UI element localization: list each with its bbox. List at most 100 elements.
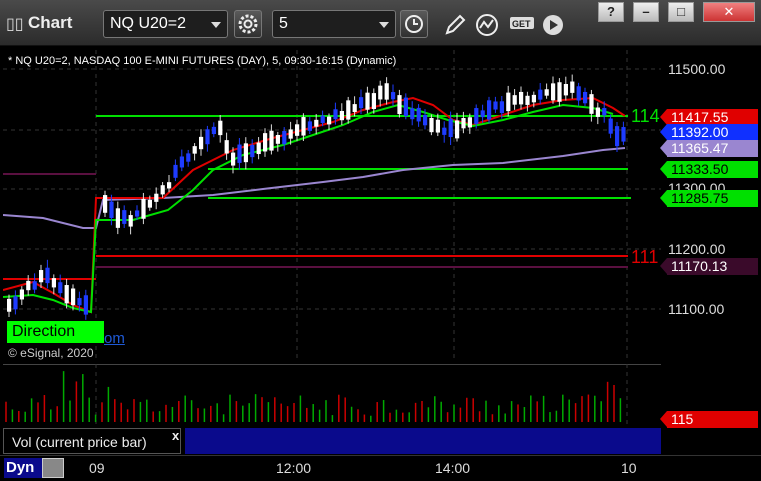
candle-body [269,130,274,151]
candle-body [263,133,268,152]
candle-body [423,114,428,126]
candle-body [314,119,319,127]
studies-icon[interactable] [474,12,500,38]
candle-body [103,195,108,213]
candle-body [499,101,504,114]
candle-body [512,95,517,105]
candle-body [576,86,581,101]
candle-body [602,108,607,116]
price-tag-resistance-mid: 11333.50 [660,161,758,178]
candle-body [365,92,370,110]
candle-body [320,115,325,124]
candle-body [13,296,18,310]
candle-body [346,100,351,120]
candle-body [448,118,453,138]
candle-body [563,84,568,96]
price-tag-slow-ma: 11365.47 [660,140,758,157]
candle-body [608,118,613,134]
candle-body [32,281,37,290]
volume-close-button[interactable]: x [172,428,179,443]
get-icon[interactable]: GET [508,12,538,38]
candle-body [199,136,204,150]
candle-body [301,117,306,136]
candle-body [538,89,543,100]
time-button[interactable] [400,10,428,38]
minimize-button[interactable]: – [633,2,659,22]
y-tick-11100: 11100.00 [668,301,725,317]
candle-body [282,131,287,145]
candle-body [493,101,498,110]
candle-body [256,142,261,155]
candle-body [480,110,485,118]
window-title: Chart [28,13,73,32]
candle-body [45,267,50,284]
candle-body [403,97,408,117]
drag-handle-icon[interactable]: ▯▯ [6,14,24,34]
candle-body [551,83,556,101]
candle-body [167,182,172,189]
y-tick-11500: 11500.00 [668,61,726,77]
candle-body [467,117,472,128]
candle-body [371,93,376,110]
clock-icon [405,15,423,33]
candle-body [416,107,421,122]
chevron-down-icon [379,22,389,28]
volume-tag: 115 [660,411,758,428]
candle-body [474,108,479,124]
candle-body [307,121,312,131]
candle-body [211,126,216,135]
maximize-button[interactable]: □ [668,2,694,22]
dynamic-button[interactable]: Dyn [4,458,42,478]
price-chart[interactable]: 114 111 [3,50,661,359]
candle-body [39,270,44,283]
line-label-lower: 111 [631,247,658,267]
interval-selector[interactable]: 5 [272,10,396,38]
candle-body [64,285,69,304]
direction-link-tail[interactable]: om [104,330,125,347]
candle-body [58,282,63,294]
candle-body [455,120,460,139]
settings-button[interactable] [234,10,262,38]
candle-body [333,109,338,120]
help-button[interactable]: ? [598,2,624,22]
candle-body [71,288,76,306]
candle-body [19,289,24,300]
candle-body [589,94,594,114]
price-tag-prior-level: 11170.13 [660,258,758,275]
candle-body [557,82,562,102]
pencil-icon[interactable] [442,12,468,38]
candle-body [173,164,178,178]
candle-body [109,201,114,218]
candle-body [397,95,402,115]
candle-body [186,153,191,162]
candle-body [26,280,31,291]
candle-body [378,85,383,100]
candle-body [224,140,229,154]
close-button[interactable]: ✕ [703,2,755,22]
chart-caption: * NQ U20=2, NASDAQ 100 E-MINI FUTURES (D… [8,55,397,67]
candle-body [487,100,492,120]
price-tag-last: 11392.00 [660,124,758,141]
lock-icon[interactable] [42,458,64,478]
candle-body [192,146,197,154]
candle-body [179,156,184,168]
gear-icon [238,14,258,34]
play-icon[interactable] [540,12,566,38]
direction-label[interactable]: Direction [7,321,104,343]
price-tag-resistance-low: 11285.75 [660,190,758,207]
time-label-1200: 12:00 [276,460,312,476]
candle-body [141,198,146,219]
symbol-selector[interactable]: NQ U20=2 [103,10,228,38]
time-axis [0,455,761,481]
candle-body [115,208,120,228]
volume-chart[interactable] [3,364,661,426]
candle-body [359,97,364,109]
candle-body [461,118,466,129]
candle-body [83,295,88,315]
candle-body [391,92,396,100]
candle-body [160,185,165,195]
candle-body [288,129,293,139]
candle-body [154,193,159,202]
candle-body [525,95,530,105]
candle-body [327,116,332,125]
